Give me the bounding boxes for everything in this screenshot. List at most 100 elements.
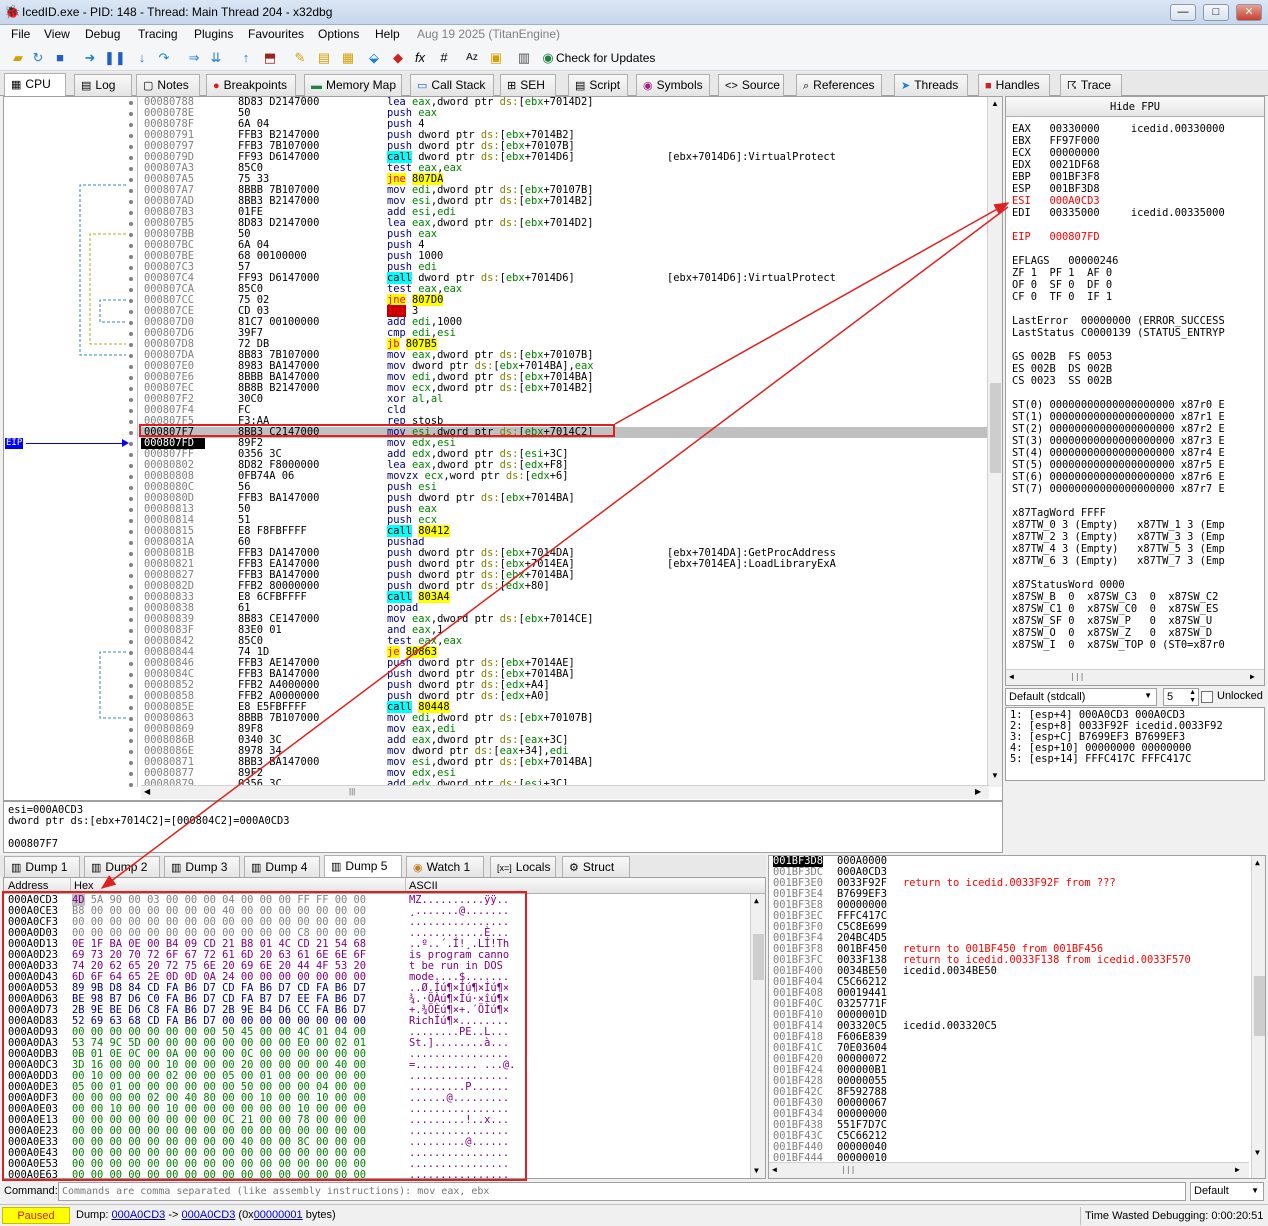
breakpoint-dot[interactable] [129,222,133,226]
tab-log[interactable]: ▤ Log [74,74,132,96]
breakpoint-dot[interactable] [129,706,133,710]
stop-icon[interactable]: ■ [52,50,68,66]
breakpoint-dot[interactable] [129,112,133,116]
dump-to-link[interactable]: 000A0CD3 [182,1209,236,1221]
scroll-left-icon[interactable]: ◀ [144,787,150,796]
register-line[interactable]: ST(6) 00000000000000000000 x87r6 E [1012,471,1225,483]
disasm-row[interactable]: 000807F2 30C0 xor al,al [141,394,989,405]
scroll-thumb[interactable] [753,934,764,980]
register-line[interactable]: LastError 00000000 (ERROR_SUCCESS [1012,315,1225,327]
breakpoint-dot[interactable] [129,552,133,556]
tab-dump-5[interactable]: ▥ Dump 5 [324,855,402,878]
register-line[interactable]: ST(0) 00000000000000000000 x87r0 E [1012,399,1225,411]
run-to-user-code-icon[interactable]: ⬒ [262,50,278,66]
register-line[interactable]: EDI 00335000 icedid.00335000 [1012,207,1225,219]
menu-tracing[interactable]: Tracing [138,27,178,41]
breakpoint-dot[interactable] [129,541,133,545]
breakpoint-dot[interactable] [129,310,133,314]
tab-references[interactable]: ⌕ References [796,74,882,96]
register-line[interactable]: ST(7) 00000000000000000000 x87r7 E [1012,483,1225,495]
breakpoint-dot[interactable] [129,167,133,171]
breakpoint-dot[interactable] [129,530,133,534]
arg-count-spinner[interactable]: 5 ▲ ▼ [1163,688,1199,706]
tab-breakpoints[interactable]: ● Breakpoints [206,74,296,96]
breakpoint-dot[interactable] [129,409,133,413]
breakpoint-dot[interactable] [129,200,133,204]
disasm-row[interactable]: 0008079D FF93 D6147000 call dword ptr ds:[… [141,151,989,163]
menu-favourites[interactable]: Favourites [248,27,304,41]
breakpoint-dot[interactable] [129,299,133,303]
register-line[interactable]: x87SW_O 0 x87SW_Z 0 x87SW_D [1012,627,1212,639]
register-line[interactable]: x87SW_I 0 x87SW_TOP 0 (ST0=x87r0 [1012,639,1225,651]
execute-till-return-icon[interactable]: ↑ [238,50,254,66]
register-line[interactable]: ESI 000A0CD3 [1012,195,1100,207]
register-line[interactable]: ST(2) 00000000000000000000 x87r2 E [1012,423,1225,435]
breakpoint-dot[interactable] [129,145,133,149]
register-line[interactable]: EDX 0021DF68 [1012,159,1100,171]
stack-pane[interactable]: 001BF3D8 000A0000 001BF3DC 000A0CD3 001BF3E0… [768,855,1266,1179]
breakpoint-dot[interactable] [129,761,133,765]
registers-hscroll[interactable]: ◀ ||| ▶ [1006,669,1264,685]
register-line[interactable]: EAX 00330000 icedid.00330000 [1012,123,1225,135]
scroll-grip-icon[interactable]: ||| [1070,672,1084,681]
menu-options[interactable]: Options [318,27,359,41]
label-icon[interactable]: ▦ [340,50,356,66]
step-into-icon[interactable]: ↓ [134,50,150,66]
breakpoint-dot[interactable] [129,332,133,336]
tab-trace[interactable]: ☈ Trace [1060,74,1122,96]
register-line[interactable]: x87TW_6 3 (Empty) x87TW_7 3 (Emp [1012,555,1225,567]
breakpoint-dot[interactable] [129,398,133,402]
disasm-row[interactable]: 0008080D FFB3 BA147000 push dword ptr ds:[… [141,493,989,504]
scroll-up-icon[interactable]: ▲ [754,896,759,905]
disassembly-rows[interactable]: 00080788 8D83 D2147000 lea eax,dword ptr d… [141,97,989,787]
tab-struct[interactable]: ⚙ Struct [562,856,630,878]
scroll-down-icon[interactable]: ▼ [1255,1148,1260,1157]
breakpoint-dot[interactable] [129,673,133,677]
breakpoint-dot[interactable] [129,343,133,347]
tab-dump-3[interactable]: ▥ Dump 3 [164,856,240,878]
breakpoint-dot[interactable] [129,618,133,622]
disasm-row[interactable]: 00080815 E8 F8FBFFFF call 80412 [141,525,989,537]
registers-pane[interactable]: Hide FPU EAX 00330000 icedid.00330000 EBX… [1005,96,1265,686]
disasm-row[interactable]: 00080871 8BB3 BA147000 mov esi,dword ptr d… [141,757,989,768]
calling-convention-select[interactable]: Default (stdcall) ▼ [1005,688,1157,706]
register-line[interactable]: x87TW_0 3 (Empty) x87TW_1 3 (Emp [1012,519,1225,531]
restart-icon[interactable]: ↻ [30,50,46,66]
stack-vscroll[interactable]: ▲ ▼ [1251,856,1265,1178]
breakpoint-dot[interactable] [129,178,133,182]
breakpoint-dot[interactable] [129,519,133,523]
menu-file[interactable]: File [11,27,30,41]
open-icon[interactable]: ▰ [10,50,26,66]
tab-source[interactable]: <> Source [718,74,784,96]
breakpoint-dot[interactable] [129,431,133,435]
register-line[interactable]: ESP 001BF3D8 [1012,183,1100,195]
register-line[interactable]: x87SW_SF 0 x87SW_P 0 x87SW_U [1012,615,1212,627]
tab-symbols[interactable]: ◉ Symbols [636,74,710,96]
scroll-down-icon[interactable]: ▼ [754,1166,759,1175]
scroll-down-icon[interactable]: ▼ [991,771,999,780]
scroll-up-icon[interactable]: ▲ [1255,858,1260,867]
disassembly-vscroll[interactable]: ▲ ▼ [987,97,1002,787]
trace-over-icon[interactable]: ⇊ [208,50,224,66]
breakpoint-dot[interactable] [129,497,133,501]
breakpoint-dot[interactable] [129,244,133,248]
scroll-grip-icon[interactable]: ||| [841,1165,855,1174]
calculator-icon[interactable]: ▣ [488,50,504,66]
disasm-row[interactable]: 00080833 E8 6CFBFFFF call 803A4 [141,591,989,603]
breakpoint-dot[interactable] [129,123,133,127]
register-line[interactable]: EFLAGS 00000246 [1012,255,1118,267]
breakpoint-dot[interactable] [129,596,133,600]
register-line[interactable]: ECX 00000000 [1012,147,1100,159]
bookmark-icon[interactable]: ⬙ [366,50,382,66]
check-updates-button[interactable]: Check for Updates [556,51,655,65]
breakpoint-dot[interactable] [129,508,133,512]
disasm-row[interactable]: 000807AD 8BB3 B2147000 mov esi,dword ptr d… [141,196,989,207]
breakpoint-dot[interactable] [129,266,133,270]
notepad-icon[interactable]: ▥ [516,50,532,66]
register-line[interactable]: EBX FF97F000 [1012,135,1100,147]
disasm-row[interactable]: 000807EC 8B8B B2147000 mov ecx,dword ptr d… [141,383,989,394]
register-line[interactable]: x87SW_B 0 x87SW_C3 0 x87SW_C2 [1012,591,1218,603]
register-line[interactable]: EBP 001BF3F8 [1012,171,1100,183]
register-line[interactable]: CF 0 TF 0 IF 1 [1012,291,1112,303]
register-line[interactable]: ST(1) 00000000000000000000 x87r1 E [1012,411,1225,423]
